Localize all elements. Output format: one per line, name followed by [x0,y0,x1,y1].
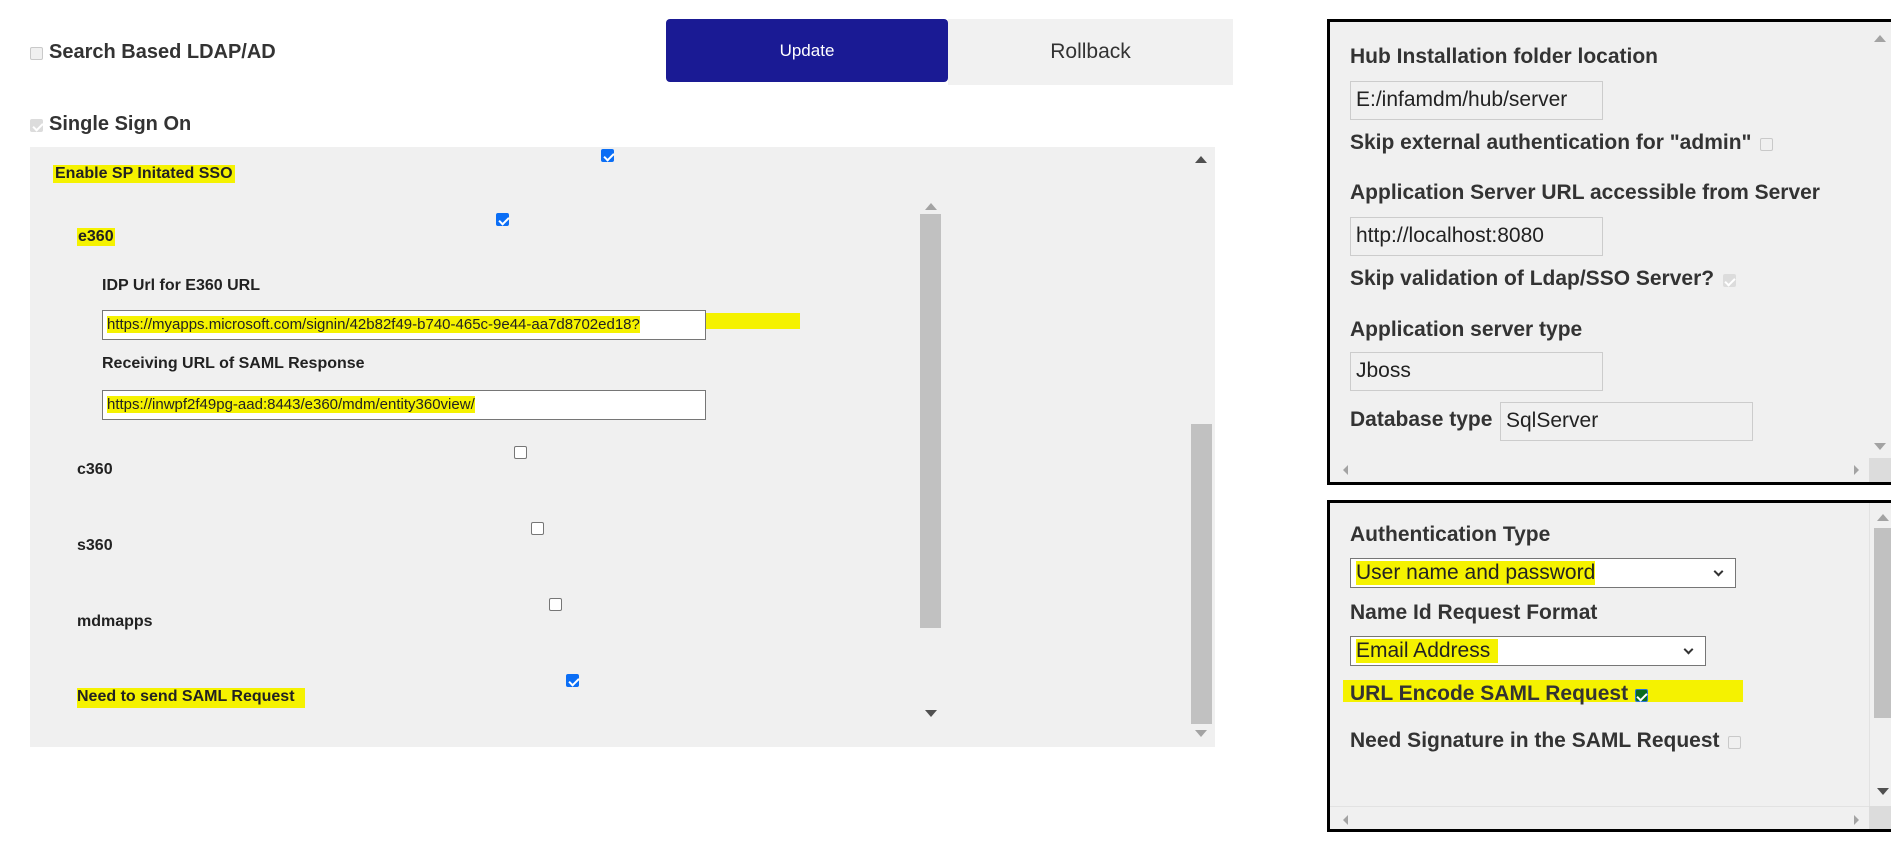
url-encode-option: URL Encode SAML Request [1350,682,1648,706]
idp-url-value: https://myapps.microsoft.com/signin/42b8… [107,316,640,333]
app-c360-label: c360 [77,461,113,478]
idp-url-input[interactable]: https://myapps.microsoft.com/signin/42b8… [102,310,706,340]
auth-scroll-up-icon[interactable] [1877,514,1889,521]
name-id-format-select[interactable]: Email Address [1350,636,1706,666]
name-id-format-value: Email Address [1356,639,1499,663]
server-settings-panel: Hub Installation folder location E:/infa… [1327,19,1891,485]
app-server-type-input[interactable]: Jboss [1350,352,1603,391]
auth-scroll-down-icon[interactable] [1877,788,1889,795]
scroll-up-arrow-icon[interactable] [925,203,937,210]
highlight-mark [706,313,800,329]
search-ldap-label: Search Based LDAP/AD [49,41,276,63]
scroll-corner [1869,806,1891,829]
outer-scroll-thumb[interactable] [1191,424,1212,724]
database-type-label: Database type [1350,408,1493,431]
single-sign-on-checkbox[interactable] [30,119,43,133]
enable-sp-sso-label: Enable SP Initated SSO [53,165,235,183]
single-sign-on-label: Single Sign On [49,113,192,135]
rollback-button[interactable]: Rollback [948,19,1233,85]
need-signature-checkbox[interactable] [1727,736,1741,750]
url-encode-checkbox[interactable] [1634,689,1648,703]
single-sign-on-option: Single Sign On [30,113,191,136]
scroll-down-arrow-icon[interactable] [925,710,937,717]
app-c360-checkbox[interactable] [513,446,527,460]
inner-scrollbar[interactable] [920,203,942,735]
app-server-type-label: Application server type [1350,318,1583,341]
chevron-down-icon [1683,644,1694,654]
need-signature-option: Need Signature in the SAML Request [1350,729,1741,753]
skip-admin-checkbox[interactable] [1759,138,1773,152]
auth-vertical-scrollbar[interactable] [1869,503,1891,806]
auth-settings-panel: Authentication Type User name and passwo… [1327,500,1891,832]
need-signature-label: Need Signature in the SAML Request [1350,729,1720,752]
server-scroll-up-icon[interactable] [1874,35,1886,42]
outer-scroll-down-arrow-icon[interactable] [1195,730,1207,737]
name-id-format-label: Name Id Request Format [1350,601,1598,624]
need-saml-request-checkbox[interactable] [566,674,580,688]
app-mdmapps-checkbox[interactable] [548,598,562,612]
skip-admin-label: Skip external authentication for "admin" [1350,131,1752,154]
scroll-corner [1869,458,1891,482]
app-mdmapps-label: mdmapps [77,613,153,630]
receiving-url-value: https://inwpf2f49pg-aad:8443/e360/mdm/en… [107,396,475,413]
search-ldap-checkbox[interactable] [30,47,43,61]
update-button[interactable]: Update [666,19,948,82]
skip-validation-checkbox[interactable] [1722,274,1736,288]
auth-horizontal-scrollbar[interactable] [1330,806,1869,829]
hub-folder-label: Hub Installation folder location [1350,45,1659,68]
skip-validation-label: Skip validation of Ldap/SSO Server? [1350,267,1715,290]
auth-scroll-right-icon[interactable] [1854,815,1859,825]
auth-type-select[interactable]: User name and password [1350,558,1736,588]
database-type-input[interactable]: SqlServer [1500,402,1753,441]
sso-settings-panel: Enable SP Initated SSO e360 IDP Url for … [30,147,1215,747]
app-server-url-label: Application Server URL accessible from S… [1350,181,1820,204]
skip-admin-option: Skip external authentication for "admin" [1350,131,1773,155]
inner-scroll-thumb[interactable] [920,214,941,628]
receiving-url-label: Receiving URL of SAML Response [102,355,365,372]
need-saml-request-label: Need to send SAML Request [77,688,305,708]
search-ldap-option: Search Based LDAP/AD [30,41,276,64]
auth-type-label: Authentication Type [1350,523,1551,546]
app-e360-label: e360 [77,228,115,246]
auth-type-value: User name and password [1356,561,1596,585]
server-scroll-left-icon[interactable] [1343,465,1348,475]
chevron-down-icon [1713,566,1724,576]
app-e360-checkbox[interactable] [496,213,510,227]
idp-url-label: IDP Url for E360 URL [102,277,260,294]
app-s360-label: s360 [77,537,113,554]
app-s360-checkbox[interactable] [531,522,545,536]
outer-scroll-up-arrow-icon[interactable] [1195,156,1207,163]
app-server-url-input[interactable]: http://localhost:8080 [1350,217,1603,256]
server-scroll-down-icon[interactable] [1874,443,1886,450]
enable-sp-sso-checkbox[interactable] [601,149,614,163]
receiving-url-input[interactable]: https://inwpf2f49pg-aad:8443/e360/mdm/en… [102,390,706,420]
skip-validation-option: Skip validation of Ldap/SSO Server? [1350,267,1736,291]
outer-scrollbar[interactable] [1190,147,1212,747]
server-scroll-right-icon[interactable] [1854,465,1859,475]
hub-folder-input[interactable]: E:/infamdm/hub/server [1350,81,1603,120]
auth-scroll-left-icon[interactable] [1343,815,1348,825]
auth-scroll-thumb[interactable] [1874,528,1891,718]
url-encode-label: URL Encode SAML Request [1350,682,1629,705]
